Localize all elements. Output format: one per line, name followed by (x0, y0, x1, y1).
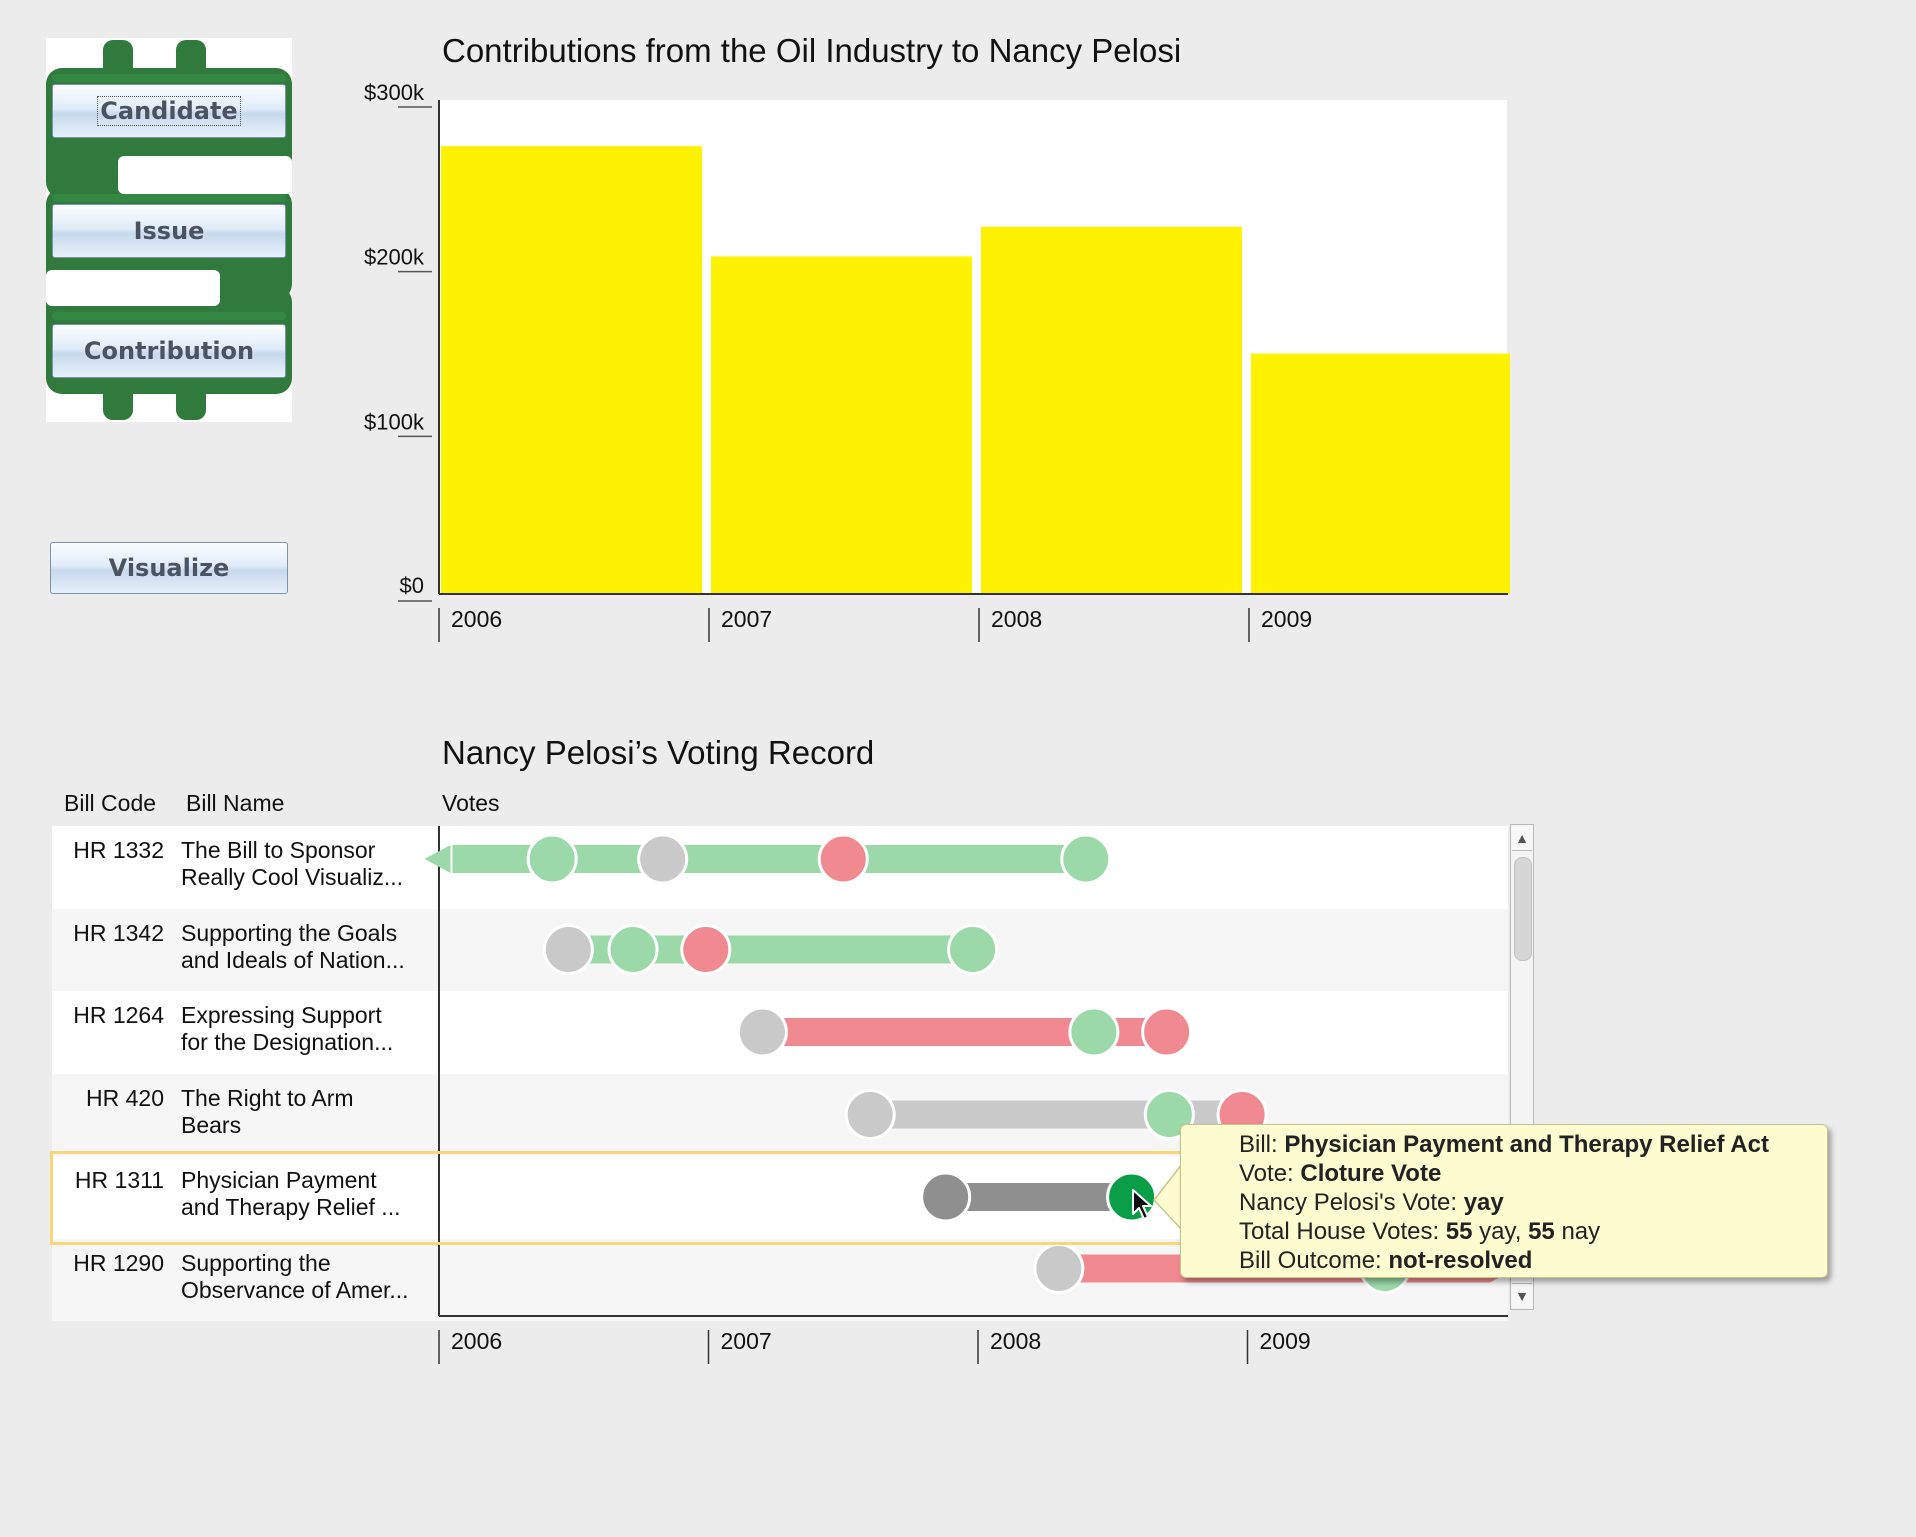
vote-marker[interactable] (526, 833, 578, 885)
tooltip-total-votes-label: Total House Votes: (1239, 1218, 1440, 1245)
timeline-x-tick-label: 2009 (1260, 1328, 1311, 1354)
vote-details-tooltip: Bill: Physician Payment and Therapy Reli… (1180, 1124, 1828, 1278)
voting-timeline: 2006 2007 2008 2009 (424, 826, 1517, 1364)
vote-marker[interactable] (1141, 1006, 1193, 1058)
bill-vote-timeline (736, 1006, 1193, 1058)
vote-marker[interactable] (680, 924, 732, 975)
bill-vote-timeline (424, 833, 1112, 885)
timeline-x-tick-label: 2007 (721, 1328, 772, 1354)
tooltip-outcome-line: Bill Outcome: not-resolved (1239, 1246, 1827, 1275)
continues-left-arrow-icon (424, 845, 451, 873)
timeline-x-tick-label: 2008 (990, 1328, 1041, 1354)
vote-marker[interactable] (817, 833, 869, 885)
tooltip-vote-line: Vote: Cloture Vote (1239, 1159, 1827, 1188)
tooltip-vote-label: Vote: (1239, 1160, 1294, 1187)
scroll-down-arrow-icon[interactable]: ▼ (1512, 1283, 1532, 1308)
vote-marker[interactable] (1033, 1243, 1085, 1294)
vote-marker[interactable] (736, 1006, 788, 1058)
vote-marker[interactable] (844, 1089, 896, 1140)
mouse-cursor-icon (1132, 1189, 1152, 1220)
vote-marker[interactable] (947, 924, 999, 975)
bill-vote-timeline (542, 924, 999, 975)
tooltip-yay-word: yay, (1479, 1218, 1522, 1245)
vote-marker[interactable] (637, 833, 689, 885)
tooltip-member-vote-value: yay (1463, 1189, 1504, 1216)
tooltip-member-vote-line: Nancy Pelosi's Vote: yay (1239, 1188, 1827, 1217)
tooltip-nay-count: 55 (1528, 1218, 1555, 1245)
tooltip-outcome-value: not-resolved (1388, 1247, 1533, 1274)
scrollbar-thumb[interactable] (1514, 857, 1532, 961)
tooltip-nay-word: nay (1561, 1218, 1601, 1245)
tooltip-yay-count: 55 (1445, 1218, 1473, 1245)
tooltip-bill-label: Bill: (1239, 1131, 1278, 1158)
vote-marker[interactable] (1068, 1006, 1120, 1058)
tooltip-member-vote-label: Nancy Pelosi's Vote: (1239, 1189, 1458, 1216)
vote-marker[interactable] (1060, 833, 1112, 885)
tooltip-bill-value: Physician Payment and Therapy Relief Act (1284, 1131, 1769, 1158)
scroll-up-arrow-icon[interactable]: ▲ (1512, 826, 1532, 851)
tooltip-outcome-label: Bill Outcome: (1239, 1247, 1382, 1274)
vote-marker[interactable] (607, 924, 659, 975)
tooltip-vote-value: Cloture Vote (1300, 1160, 1442, 1187)
vote-marker[interactable] (542, 924, 594, 975)
timeline-x-tick-label: 2006 (451, 1328, 502, 1354)
tooltip-total-votes-line: Total House Votes: 55 yay, 55 nay (1239, 1217, 1827, 1246)
tooltip-bill-line: Bill: Physician Payment and Therapy Reli… (1239, 1130, 1827, 1159)
